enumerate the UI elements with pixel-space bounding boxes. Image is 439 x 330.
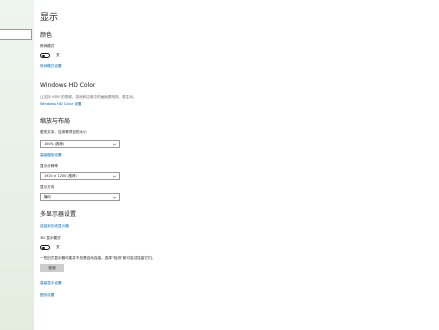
night-light-settings-link[interactable]: 夜间模式设置 [40, 64, 62, 69]
orientation-value: 横向 [44, 195, 51, 199]
advanced-display-settings-link[interactable]: 高级显示设置 [40, 281, 62, 286]
detect-button-label: 检测 [48, 266, 56, 270]
orientation-label: 显示方向 [40, 185, 55, 189]
graphics-settings-link[interactable]: 图形设置 [40, 293, 54, 298]
section-heading-color: 颜色 [40, 32, 53, 39]
chevron-down-icon [112, 175, 117, 178]
connect-wireless-display-link[interactable]: 连接到无线显示器 [40, 224, 69, 229]
main-content: 显示 颜色 夜间模式 关 夜间模式设置 Windows HD Color 让支持… [34, 0, 439, 330]
text-size-value: 100% (推荐) [44, 142, 65, 146]
resolution-label: 显示分辨率 [40, 164, 58, 168]
chevron-down-icon [112, 196, 117, 199]
hologram-mode-toggle[interactable] [40, 245, 50, 250]
hologram-mode-state: 关 [56, 245, 60, 249]
advanced-scaling-link[interactable]: 高级缩放设置 [40, 153, 62, 158]
text-size-label: 更改文本、应用等项目的大小 [40, 130, 87, 134]
text-size-dropdown[interactable]: 100% (推荐) [40, 140, 120, 148]
section-heading-multi-display: 多显示器设置 [40, 211, 77, 218]
section-heading-scale-layout: 缩放与布局 [40, 118, 71, 125]
toggle-knob [42, 54, 45, 58]
resolution-dropdown[interactable]: 1920 × 1200 (推荐) [40, 172, 120, 180]
night-light-toggle[interactable] [40, 53, 50, 58]
hologram-mode-label: 3D 显示模式 [40, 236, 61, 240]
night-light-state: 关 [56, 53, 60, 57]
detect-button[interactable]: 检测 [40, 264, 64, 272]
hd-color-settings-link[interactable]: Windows HD Color 设置 [40, 102, 82, 107]
hd-color-description: 让支持 HDR 的视频、游戏和应用中的画面更明亮、更生动。 [40, 95, 137, 99]
resolution-value: 1920 × 1200 (推荐) [44, 174, 77, 178]
toggle-knob [42, 246, 45, 250]
sidebar [0, 0, 34, 330]
chevron-down-icon [112, 143, 117, 146]
detect-note: 一些旧式显示器可能并不总是自动连接。选择“检测”即可尝试连接它们。 [40, 256, 156, 260]
page-title: 显示 [40, 13, 59, 23]
settings-window: 显示 颜色 夜间模式 关 夜间模式设置 Windows HD Color 让支持… [0, 0, 439, 330]
search-input[interactable] [0, 29, 32, 40]
night-light-label: 夜间模式 [40, 44, 55, 48]
orientation-dropdown[interactable]: 横向 [40, 193, 120, 201]
section-heading-hd-color: Windows HD Color [40, 82, 96, 89]
